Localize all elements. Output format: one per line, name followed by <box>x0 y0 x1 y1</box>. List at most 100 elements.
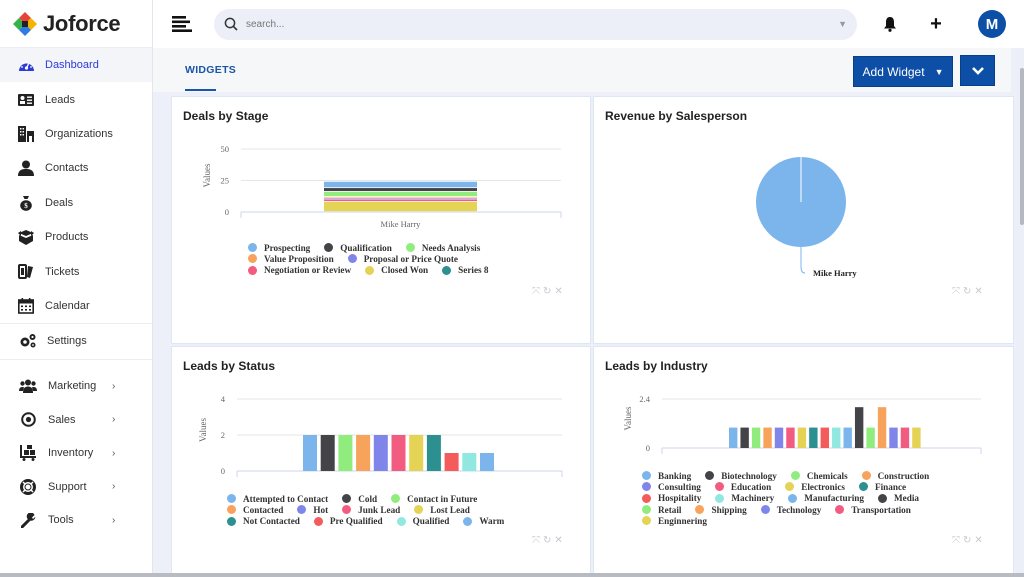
sidebar-item-label: Marketing <box>48 380 97 393</box>
search-filter-dropdown[interactable]: ▼ <box>838 19 847 29</box>
legend-item[interactable]: Education <box>714 482 771 492</box>
legend-item[interactable]: Hospitality <box>642 493 701 503</box>
legend-item[interactable]: Cold <box>342 494 377 504</box>
refresh-icon[interactable]: ↻ <box>963 535 971 546</box>
bar-contacted <box>356 435 371 471</box>
legend-item[interactable]: Finance <box>858 482 906 492</box>
sidebar-item-calendar[interactable]: Calendar <box>0 289 152 323</box>
sidebar-item-settings[interactable]: Settings <box>0 324 152 358</box>
legend-item[interactable]: Qualification <box>324 243 392 253</box>
search-input[interactable] <box>246 18 839 30</box>
bar-hot <box>373 435 388 471</box>
legend-item[interactable]: Not Contacted <box>227 516 300 526</box>
bar-hospitality <box>820 427 829 448</box>
legend-item[interactable]: Needs Analysis <box>405 243 480 253</box>
menu-toggle-icon[interactable] <box>172 16 192 32</box>
sidebar-group-inventory[interactable]: Inventory › <box>0 437 152 471</box>
sidebar-group-support[interactable]: Support › <box>0 470 152 504</box>
legend-label: Media <box>893 493 919 504</box>
refresh-icon[interactable]: ↻ <box>543 286 551 297</box>
caret-down-icon: ▼ <box>934 66 944 77</box>
joforce-logo-icon <box>13 11 37 36</box>
legend-item[interactable]: Biotechnology <box>705 471 777 481</box>
sidebar: Joforce Dashboard Leads Organizations Co… <box>0 0 153 577</box>
legend-item[interactable]: Banking <box>642 471 691 481</box>
legend-item[interactable]: Prospecting <box>248 243 310 253</box>
bar-manufacturing <box>843 427 852 448</box>
legend-item[interactable]: Media <box>877 493 919 504</box>
legend-item[interactable]: Series 8 <box>442 265 489 275</box>
legend-item[interactable]: Attempted to Contact <box>227 494 328 504</box>
legend-item[interactable]: Negotiation or Review <box>248 265 351 275</box>
legend-item[interactable]: Qualified <box>396 516 449 526</box>
sidebar-item-dashboard[interactable]: Dashboard <box>0 48 152 83</box>
legend-item[interactable]: Proposal or Price Quote <box>347 254 458 264</box>
legend-item[interactable]: Pre Qualified <box>313 516 383 526</box>
legend-item[interactable]: Chemicals <box>790 471 848 481</box>
widget-actions: ⤧ ↻ ✕ <box>532 286 563 297</box>
legend-item[interactable]: Shipping <box>695 505 747 515</box>
divider <box>0 358 152 360</box>
close-icon[interactable]: ✕ <box>974 286 982 297</box>
scrollbar-thumb[interactable] <box>1020 68 1024 225</box>
sidebar-item-products[interactable]: Products <box>0 220 152 254</box>
close-icon[interactable]: ✕ <box>974 535 982 546</box>
y-axis-label: Values <box>202 163 212 187</box>
sidebar-item-deals[interactable]: $ Deals <box>0 186 152 220</box>
sidebar-item-contacts[interactable]: Contacts <box>0 151 152 185</box>
expand-icon[interactable]: ⤧ <box>532 535 540 546</box>
sidebar-group-tools[interactable]: Tools › <box>0 504 152 538</box>
horizontal-scrollbar[interactable] <box>0 573 1024 577</box>
sidebar-item-label: Tickets <box>45 265 80 278</box>
sidebar-group-sales[interactable]: Sales › <box>0 403 152 437</box>
sidebar-item-label: Contacts <box>45 162 89 175</box>
legend-item[interactable]: Contact in Future <box>391 494 477 504</box>
legend-item[interactable]: Junk Lead <box>342 505 400 515</box>
tab-widgets[interactable]: WIDGETS <box>185 64 236 76</box>
legend-item[interactable]: Retail <box>642 505 681 515</box>
more-options-button[interactable] <box>960 55 995 86</box>
legend-item[interactable]: Electronics <box>785 482 845 492</box>
close-icon[interactable]: ✕ <box>554 535 562 546</box>
legend-item[interactable]: Contacted <box>227 505 283 515</box>
add-widget-button[interactable]: Add Widget ▼ <box>853 56 953 87</box>
expand-icon[interactable]: ⤧ <box>952 286 960 297</box>
sidebar-item-leads[interactable]: Leads <box>0 82 152 116</box>
quick-create-plus-icon[interactable]: + <box>925 13 947 35</box>
y-tick-label: 25 <box>221 176 230 186</box>
legend-swatch <box>297 505 307 515</box>
legend-item[interactable]: Value Proposition <box>248 254 334 264</box>
search-icon[interactable] <box>224 17 238 31</box>
legend-item[interactable]: Technology <box>760 505 821 515</box>
add-widget-label: Add Widget <box>862 64 925 79</box>
logo[interactable]: Joforce <box>0 0 152 48</box>
legend-item[interactable]: Consulting <box>642 482 701 492</box>
refresh-icon[interactable]: ↻ <box>963 286 971 297</box>
user-avatar[interactable]: M <box>978 10 1006 38</box>
legend-item[interactable]: Transportation <box>835 505 911 515</box>
bar-media <box>854 407 864 448</box>
legend-item[interactable]: Construction <box>861 471 929 481</box>
legend-item[interactable]: Enginnering <box>642 516 707 526</box>
legend-swatch <box>391 494 401 504</box>
sidebar-item-organizations[interactable]: Organizations <box>0 117 152 151</box>
legend-item[interactable]: Closed Won <box>365 265 428 275</box>
refresh-icon[interactable]: ↻ <box>543 535 551 546</box>
target-icon <box>19 411 37 429</box>
legend-item[interactable]: Lost Lead <box>414 505 470 515</box>
legend-item[interactable]: Hot <box>297 505 328 515</box>
notifications-bell-icon[interactable] <box>879 13 901 35</box>
expand-icon[interactable]: ⤧ <box>952 535 960 546</box>
close-icon[interactable]: ✕ <box>554 286 562 297</box>
bar-segment-needs-analysis <box>324 191 477 197</box>
page-scrollbar[interactable] <box>1016 48 1024 577</box>
legend-item[interactable]: Machinery <box>715 493 774 503</box>
legend-item[interactable]: Warm <box>463 516 504 526</box>
expand-icon[interactable]: ⤧ <box>532 286 540 297</box>
legend-item[interactable]: Manufacturing <box>788 493 864 503</box>
bar-warm <box>480 453 494 471</box>
sidebar-item-tickets[interactable]: Tickets <box>0 254 152 288</box>
sidebar-group-marketing[interactable]: Marketing › <box>0 370 152 404</box>
legend-label: Contact in Future <box>407 493 478 504</box>
leads-icon <box>17 91 35 109</box>
